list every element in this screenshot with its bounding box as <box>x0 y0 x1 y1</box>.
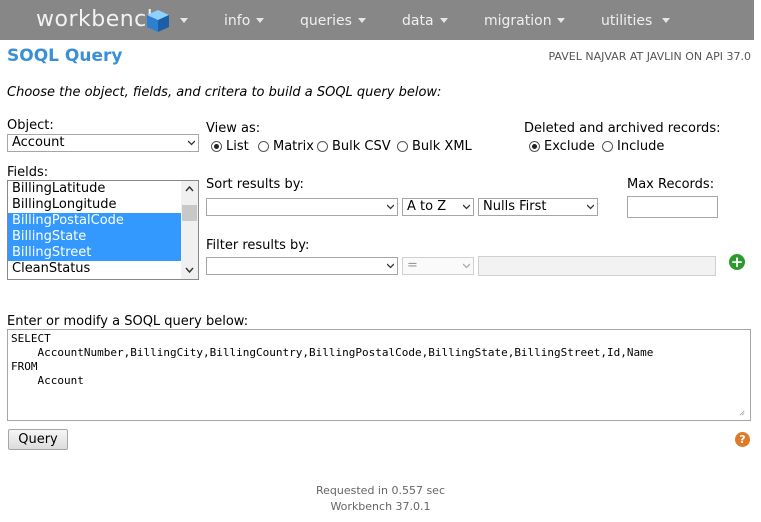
sort-direction-select[interactable]: A to Z <box>402 198 474 216</box>
sort-field-select[interactable] <box>206 198 398 216</box>
fields-scrollbar[interactable] <box>181 181 198 279</box>
request-time: Requested in 0.557 sec <box>316 484 445 497</box>
scrollbar-thumb[interactable] <box>182 205 197 221</box>
filter-operator-select[interactable]: = <box>402 257 474 275</box>
scroll-up-icon[interactable] <box>185 185 194 192</box>
object-select-value: Account <box>12 135 65 150</box>
chevron-down-icon <box>358 18 366 23</box>
chevron-down-icon <box>256 18 264 23</box>
help-icon[interactable]: ? <box>735 432 750 447</box>
cube-logo-icon <box>147 10 169 32</box>
version-text: Workbench 37.0.1 <box>330 500 431 513</box>
scroll-down-icon[interactable] <box>185 267 194 274</box>
sort-label: Sort results by: <box>206 177 304 192</box>
deleted-records-label: Deleted and archived records: <box>524 121 721 136</box>
chevron-down-icon <box>440 18 448 23</box>
user-info: PAVEL NAJVAR AT JAVLIN ON API 37.0 <box>548 50 752 63</box>
chevron-down-icon <box>463 263 470 269</box>
radio-icon <box>602 141 613 152</box>
list-item[interactable]: BillingStreet <box>8 245 182 261</box>
fields-listbox[interactable]: BillingLatitude BillingLongitude Billing… <box>7 180 199 280</box>
fields-label: Fields: <box>7 165 49 180</box>
list-item[interactable]: BillingState <box>8 229 182 245</box>
nav-info[interactable]: info <box>224 13 250 29</box>
logo-menu-chevron-icon[interactable] <box>180 18 188 23</box>
chevron-down-icon <box>188 140 195 146</box>
max-records-input[interactable] <box>627 196 718 218</box>
page-title: SOQL Query <box>7 46 123 66</box>
chevron-down-icon <box>557 18 565 23</box>
radio-icon <box>317 141 328 152</box>
object-label: Object: <box>7 118 54 133</box>
intro-text: Choose the object, fields, and critera t… <box>7 85 442 100</box>
view-bulk-csv-radio[interactable]: Bulk CSV <box>317 139 391 154</box>
view-bulk-xml-radio[interactable]: Bulk XML <box>397 139 472 154</box>
view-matrix-radio[interactable]: Matrix <box>258 139 314 154</box>
add-filter-icon[interactable]: + <box>729 254 745 270</box>
chevron-down-icon <box>662 18 670 23</box>
filter-label: Filter results by: <box>206 238 310 253</box>
list-item[interactable]: BillingLatitude <box>8 181 182 197</box>
resize-handle-icon[interactable] <box>739 410 745 416</box>
deleted-exclude-radio[interactable]: Exclude <box>529 139 595 154</box>
radio-icon <box>397 141 408 152</box>
top-nav-bar: workbench info queries data migration ut… <box>0 0 754 40</box>
nav-data[interactable]: data <box>402 13 434 29</box>
query-button[interactable]: Query <box>8 429 68 450</box>
chevron-down-icon <box>587 204 594 210</box>
radio-selected-icon <box>529 141 540 152</box>
list-item[interactable]: BillingLongitude <box>8 197 182 213</box>
chevron-down-icon <box>463 204 470 210</box>
query-label: Enter or modify a SOQL query below: <box>7 314 249 329</box>
view-as-label: View as: <box>206 121 261 136</box>
sort-nulls-select[interactable]: Nulls First <box>478 198 598 216</box>
chevron-down-icon <box>387 204 394 210</box>
object-select[interactable]: Account <box>7 134 199 152</box>
list-item[interactable]: BillingPostalCode <box>8 213 182 229</box>
list-item[interactable]: CleanStatus <box>8 261 182 277</box>
workbench-logo[interactable]: workbench <box>36 7 161 32</box>
nav-queries[interactable]: queries <box>300 13 352 29</box>
filter-value-input[interactable] <box>478 256 716 276</box>
view-list-radio[interactable]: List <box>211 139 249 154</box>
soql-query-textarea[interactable]: SELECT AccountNumber,BillingCity,Billing… <box>7 329 751 421</box>
filter-field-select[interactable] <box>206 257 398 275</box>
nav-utilities[interactable]: utilities <box>601 13 652 29</box>
nav-migration[interactable]: migration <box>484 13 552 29</box>
max-records-label: Max Records: <box>627 177 715 192</box>
radio-icon <box>258 141 269 152</box>
chevron-down-icon <box>387 263 394 269</box>
deleted-include-radio[interactable]: Include <box>602 139 664 154</box>
radio-selected-icon <box>211 141 222 152</box>
